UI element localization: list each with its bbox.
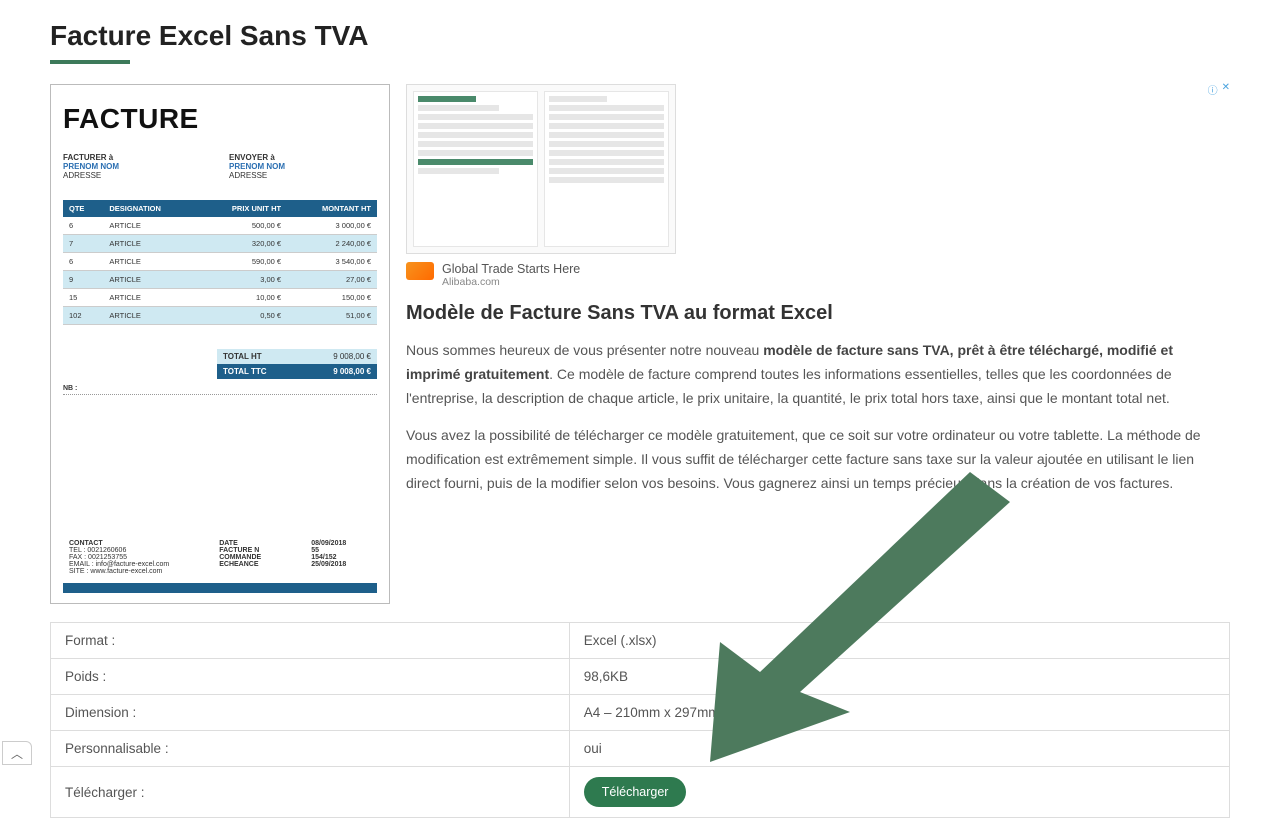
ship-to-label: ENVOYER à [229, 153, 275, 162]
table-row: 6ARTICLE500,00 €3 000,00 € [63, 217, 377, 235]
bill-to-addr: ADRESSE [63, 171, 101, 180]
table-row: 15ARTICLE10,00 €150,00 € [63, 289, 377, 307]
table-row: 102ARTICLE0,50 €51,00 € [63, 307, 377, 325]
table-row: Personnalisable : oui [51, 731, 1230, 767]
ad-source: Alibaba.com [442, 276, 580, 288]
dimension-value: A4 – 210mm x 297mm [569, 695, 1229, 731]
contact-mail: EMAIL : info@facture-excel.com [69, 561, 169, 568]
bill-to-name: PRENOM NOM [63, 162, 119, 171]
ad-info-icon[interactable]: ⓘ [1208, 82, 1218, 97]
col-desc: DESIGNATION [103, 200, 197, 217]
page-title: Facture Excel Sans TVA [50, 20, 1230, 52]
ad-logo-icon [406, 262, 434, 280]
table-row: Dimension : A4 – 210mm x 297mm [51, 695, 1230, 731]
table-row: Télécharger : Télécharger [51, 767, 1230, 818]
col-amount: MONTANT HT [287, 200, 377, 217]
size-value: 98,6KB [569, 659, 1229, 695]
date-value: 08/09/2018 [311, 540, 346, 547]
invoice-heading: FACTURE [63, 103, 377, 135]
contact-fax: FAX : 0021253755 [69, 554, 127, 561]
contact-tel: TEL : 0021260606 [69, 547, 126, 554]
ship-to-name: PRENOM NOM [229, 162, 285, 171]
col-qty: QTE [63, 200, 103, 217]
date-label: DATE [219, 540, 238, 547]
ad-close-icon[interactable]: ✕ [1222, 82, 1230, 97]
ship-to-addr: ADRESSE [229, 171, 267, 180]
due-label: ECHEANCE [219, 561, 258, 568]
table-row: 6ARTICLE590,00 €3 540,00 € [63, 253, 377, 271]
total-ttc-value: 9 008,00 € [333, 367, 371, 376]
col-unit: PRIX UNIT HT [197, 200, 287, 217]
total-ht-label: TOTAL HT [223, 352, 262, 361]
custom-value: oui [569, 731, 1229, 767]
contact-label: CONTACT [69, 540, 103, 547]
scroll-to-top-button[interactable]: ︿ [2, 741, 32, 765]
invoice-preview-image: FACTURE FACTURER à PRENOM NOM ADRESSE EN… [50, 84, 390, 604]
table-row: Format : Excel (.xlsx) [51, 623, 1230, 659]
total-ttc-label: TOTAL TTC [223, 367, 267, 376]
table-row: 9ARTICLE3,00 €27,00 € [63, 271, 377, 289]
download-label: Télécharger : [51, 767, 570, 818]
order-label: COMMANDE [219, 554, 261, 561]
ad-unit[interactable]: Global Trade Starts Here Alibaba.com [406, 84, 676, 288]
file-info-table: Format : Excel (.xlsx) Poids : 98,6KB Di… [50, 622, 1230, 818]
format-value: Excel (.xlsx) [569, 623, 1229, 659]
bill-to-label: FACTURER à [63, 153, 113, 162]
download-button[interactable]: Télécharger [584, 777, 687, 807]
section-title: Modèle de Facture Sans TVA au format Exc… [406, 302, 1230, 325]
ad-headline: Global Trade Starts Here [442, 262, 580, 276]
paragraph-2: Vous avez la possibilité de télécharger … [406, 424, 1230, 495]
title-underline [50, 60, 130, 64]
total-ht-value: 9 008,00 € [333, 352, 371, 361]
paragraph-1: Nous sommes heureux de vous présenter no… [406, 339, 1230, 410]
invno-label: FACTURE N [219, 547, 259, 554]
format-label: Format : [51, 623, 570, 659]
order-value: 154/152 [311, 554, 336, 561]
custom-label: Personnalisable : [51, 731, 570, 767]
nb-label: NB : [63, 385, 77, 392]
contact-site: SITE : www.facture-excel.com [69, 568, 162, 575]
invno-value: 55 [311, 547, 319, 554]
dimension-label: Dimension : [51, 695, 570, 731]
size-label: Poids : [51, 659, 570, 695]
table-row: Poids : 98,6KB [51, 659, 1230, 695]
due-value: 25/09/2018 [311, 561, 346, 568]
table-row: 7ARTICLE320,00 €2 240,00 € [63, 235, 377, 253]
